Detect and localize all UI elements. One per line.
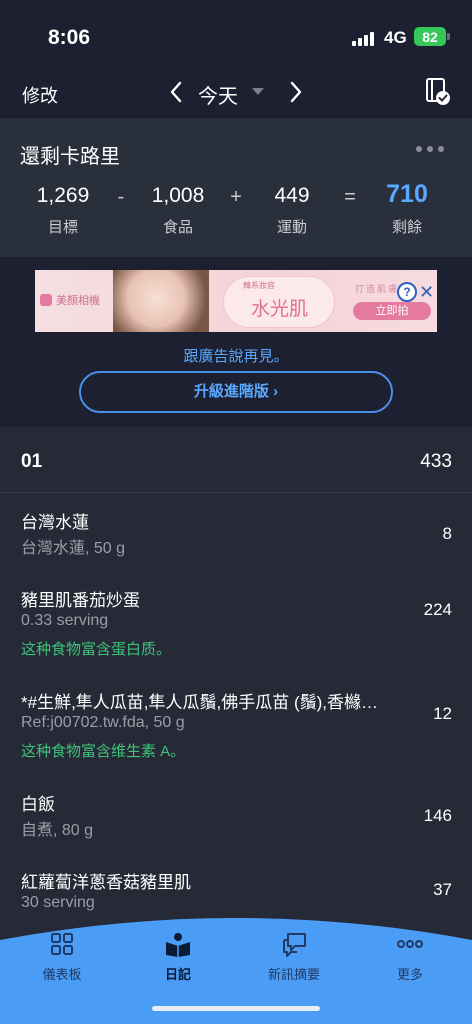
caret-down-icon[interactable]: [252, 88, 264, 95]
food-detail: 自煮, 80 g: [21, 822, 94, 839]
status-time: 8:06: [48, 26, 91, 49]
food-entry[interactable]: 豬里肌番茄炒蛋 0.33 serving 这种食物富含蛋白质。 224: [0, 574, 472, 674]
food-name: *#生鮮,隼人瓜苗,隼人瓜鬚,佛手瓜苗 (鬚),香櫞…: [21, 693, 379, 712]
food-name: 豬里肌番茄炒蛋: [21, 591, 140, 610]
exercise-value: 449: [274, 184, 310, 207]
food-label: 食品: [162, 219, 193, 236]
calories-title: 還剩卡路里: [20, 146, 120, 168]
food-entry[interactable]: 白飯 自煮, 80 g 146: [0, 778, 472, 858]
food-calories: 37: [433, 880, 452, 899]
battery-tip: [447, 33, 450, 40]
food-calories: 146: [423, 806, 452, 825]
chevron-left-icon[interactable]: [166, 78, 186, 106]
more-icon: [397, 940, 423, 948]
food-value: 1,008: [151, 184, 205, 207]
edit-button[interactable]: 修改: [22, 82, 58, 108]
tab-label: 日記: [164, 967, 191, 982]
nav-bar: 修改 今天: [0, 70, 472, 118]
remaining-value: 710: [386, 180, 428, 208]
ad-banner[interactable]: 美顏相機 韓系妝容 水光肌 打造肌膚光 立即拍 ? ✕: [35, 270, 437, 332]
complete-diary-icon[interactable]: [424, 76, 452, 106]
remaining-label: 剩餘: [391, 219, 422, 236]
ad-brand: 美顏相機: [40, 292, 100, 308]
equals-operator: =: [344, 186, 356, 208]
meal-total-calories: 433: [420, 451, 452, 472]
tab-label: 儀表板: [42, 967, 82, 982]
food-name: 台灣水蓮: [21, 513, 89, 532]
battery-icon: 82: [414, 27, 446, 46]
food-detail: Ref:j00702.tw.fda, 50 g: [21, 714, 185, 731]
network-label: 4G: [384, 28, 407, 47]
ad-cta-button[interactable]: 立即拍: [353, 302, 431, 320]
dashboard-icon: [51, 933, 73, 955]
chevron-right-icon[interactable]: [286, 78, 306, 106]
tab-more[interactable]: 更多: [360, 930, 460, 983]
goal-value: 1,269: [36, 184, 90, 207]
food-calories: 8: [442, 524, 452, 543]
upgrade-button[interactable]: 升級進階版 ›: [79, 371, 393, 413]
status-bar: 8:06 4G 82: [0, 0, 472, 70]
food-detail: 台灣水蓮, 50 g: [21, 540, 126, 557]
food-calories: 224: [423, 600, 452, 619]
tab-label: 更多: [396, 967, 423, 982]
minus-operator: -: [117, 186, 125, 208]
meal-name: 01: [21, 451, 43, 472]
food-entry[interactable]: *#生鮮,隼人瓜苗,隼人瓜鬚,佛手瓜苗 (鬚),香櫞… Ref:j00702.t…: [0, 674, 472, 778]
food-entry[interactable]: 紅蘿蔔洋蔥香菇豬里肌 30 serving 37: [0, 858, 472, 918]
food-calories: 12: [433, 704, 452, 723]
home-indicator[interactable]: [152, 1006, 320, 1011]
remove-ads-link[interactable]: 跟廣告說再見。: [0, 345, 472, 366]
ad-section: 美顏相機 韓系妝容 水光肌 打造肌膚光 立即拍 ? ✕ 跟廣告說再見。 升級進階…: [0, 257, 472, 427]
food-nutrient-note: 这种食物富含蛋白质。: [21, 641, 172, 658]
meal-header[interactable]: 01 433: [0, 427, 472, 493]
diary-icon: [166, 933, 190, 957]
food-entry[interactable]: 台灣水蓮 台灣水蓮, 50 g 8: [0, 494, 472, 574]
ad-badge-top: 韓系妝容: [243, 281, 275, 290]
more-options-icon[interactable]: [416, 146, 444, 152]
plus-operator: +: [230, 186, 242, 208]
news-icon: [283, 933, 306, 957]
ad-close-icon[interactable]: ✕: [419, 282, 437, 302]
food-name: 白飯: [21, 795, 55, 814]
ad-model-image: [113, 270, 209, 332]
tab-newsfeed[interactable]: 新訊摘要: [244, 930, 344, 983]
tab-diary[interactable]: 日記: [128, 930, 228, 983]
food-name: 紅蘿蔔洋蔥香菇豬里肌: [21, 873, 191, 892]
ad-brand-name: 美顏相機: [56, 295, 100, 307]
tab-dashboard[interactable]: 儀表板: [12, 930, 112, 983]
calories-summary[interactable]: 還剩卡路里 1,269 目標 - 1,008 食品 + 449 運動 = 710…: [0, 118, 472, 257]
exercise-label: 運動: [276, 219, 307, 236]
ad-headline: 水光肌: [251, 299, 309, 320]
tab-label: 新訊摘要: [267, 967, 320, 982]
camera-app-icon: [40, 294, 52, 306]
signal-icon: [352, 30, 378, 46]
battery-level: 82: [422, 28, 438, 45]
food-detail: 0.33 serving: [21, 612, 109, 629]
goal-label: 目標: [47, 219, 78, 236]
ad-info-icon[interactable]: ?: [397, 282, 417, 302]
food-nutrient-note: 这种食物富含维生素 A。: [21, 743, 186, 760]
date-selector[interactable]: 今天: [198, 80, 238, 109]
